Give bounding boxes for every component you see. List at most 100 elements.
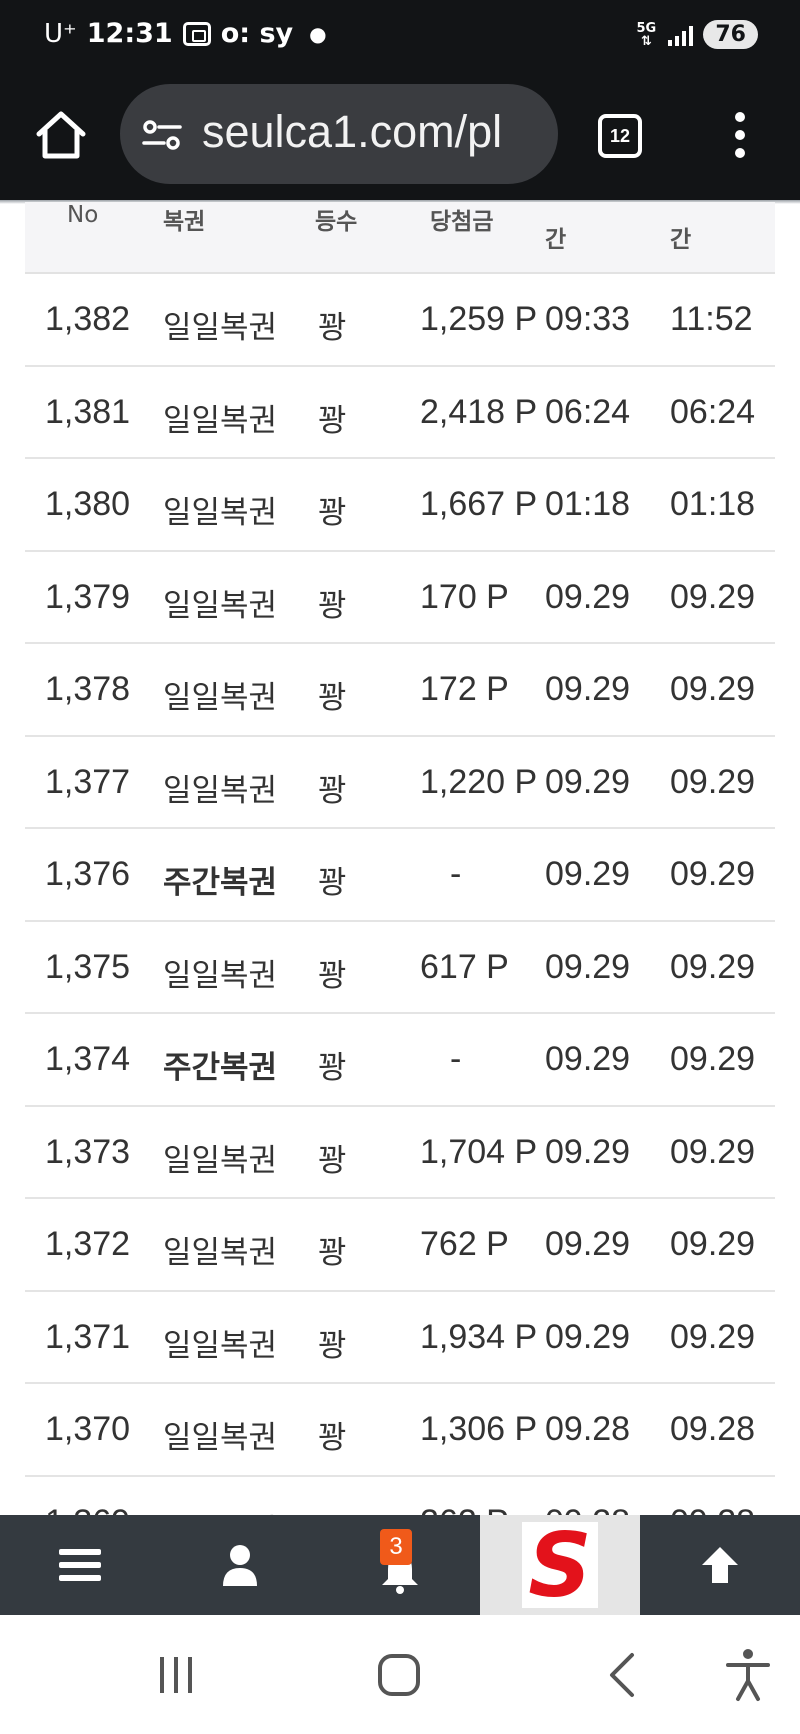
cell-rank: 꽝: [318, 957, 347, 994]
cell-time2: 09.29: [670, 855, 756, 893]
cell-prize: 1,934 P: [420, 1317, 538, 1356]
site-settings-icon[interactable]: [142, 118, 182, 152]
cell-rank: 꽝: [318, 1050, 347, 1086]
back-icon[interactable]: [594, 1645, 654, 1705]
cell-time2: 09.28: [670, 1503, 755, 1517]
cell-time2: 09.29: [670, 947, 756, 986]
header-time1: 간: [545, 227, 567, 253]
table-row: 1,379 일일복권 꽝 170 P 09.29 09.29: [25, 552, 775, 644]
nav-menu-button[interactable]: [0, 1515, 160, 1615]
cell-type: 일일복권: [163, 587, 278, 624]
table-header: No 복권 등수 당첨금 간 간: [25, 202, 775, 274]
cell-type: 일일복권: [163, 1420, 278, 1456]
cell-rank: 꽝: [318, 495, 347, 531]
status-right: 5G ⇅ 76: [634, 20, 758, 49]
cell-time2: 09.29: [670, 1225, 756, 1263]
cell-no: 1,380: [45, 485, 131, 523]
cell-time1: 09.29: [545, 1132, 631, 1171]
cell-time1: 09.29: [545, 1317, 631, 1356]
svg-text:S: S: [528, 1524, 591, 1606]
cell-no: 1,382: [45, 300, 131, 338]
cell-type: 주간복권: [163, 865, 278, 901]
table-row: 1,371 일일복권 꽝 1,934 P 09.29 09.29: [25, 1292, 775, 1384]
cell-rank: 꽝: [318, 1327, 347, 1364]
cell-time1: 09.29: [545, 577, 631, 616]
scroll-top-button[interactable]: [640, 1515, 800, 1615]
cell-no: 1,372: [45, 1225, 131, 1263]
cell-prize: 1,306 P: [420, 1410, 538, 1448]
battery-badge: 76: [703, 20, 758, 49]
system-nav-bar: [0, 1615, 800, 1734]
nav-user-button[interactable]: [160, 1515, 320, 1615]
home-icon[interactable]: [34, 108, 88, 162]
cell-type: 주간복권: [163, 1050, 278, 1086]
cell-prize: 762 P: [420, 1225, 509, 1263]
url-text[interactable]: seulca1.com/pl: [202, 106, 502, 158]
signal-icon: [668, 24, 694, 46]
status-extra: o: sy: [220, 18, 294, 49]
arrow-up-icon: [702, 1547, 738, 1583]
nav-notification-button[interactable]: 3: [320, 1515, 480, 1615]
table-row: 1,381 일일복권 꽝 2,418 P 06:24 06:24: [25, 367, 775, 459]
cell-time1: 09.29: [545, 855, 631, 893]
notification-badge: 3: [380, 1529, 412, 1565]
browser-toolbar: seulca1.com/pl 12: [0, 72, 800, 202]
table-row: 1,378 일일복권 꽝 172 P 09.29 09.29: [25, 644, 775, 737]
nav-logo-button[interactable]: S: [480, 1515, 640, 1615]
prize-history-table: No 복권 등수 당첨금 간 간 1,382 일일복권 꽝 1,259 P 09:33 1…: [25, 202, 775, 1516]
network-label: 5G: [636, 20, 657, 36]
cell-prize: 1,667 P: [420, 485, 538, 523]
cell-no: 1,371: [45, 1317, 131, 1356]
status-left: U⁺ 12:31 o: sy ●: [44, 18, 327, 49]
status-bar: U⁺ 12:31 o: sy ● 5G ⇅ 76: [0, 0, 800, 72]
header-no: No: [67, 202, 99, 228]
more-menu-icon[interactable]: [730, 112, 750, 162]
table-row: 1,376 주간복권 꽝 - 09.29 09.29: [25, 829, 775, 922]
address-bar[interactable]: seulca1.com/pl: [120, 84, 558, 184]
accessibility-icon[interactable]: [718, 1645, 778, 1705]
cell-time2: 09.29: [670, 1317, 756, 1356]
cell-no: 1,374: [45, 1040, 131, 1078]
table-row: 1,382 일일복권 꽝 1,259 P 09:33 11:52: [25, 274, 775, 367]
home-nav-icon[interactable]: [369, 1645, 429, 1705]
cell-type: 일일복권: [163, 495, 278, 531]
cell-prize: 170 P: [420, 577, 509, 616]
table-row: 1,370 일일복권 꽝 1,306 P 09.28 09.28: [25, 1384, 775, 1477]
header-prize: 당첨금: [430, 209, 494, 235]
hamburger-icon: [59, 1549, 101, 1581]
table-row: 1,374 주간복권 꽝 - 09.29 09.29: [25, 1014, 775, 1107]
cell-time2: 09.29: [670, 1040, 756, 1078]
user-icon: [223, 1545, 257, 1586]
cell-time1: 09.29: [545, 1040, 631, 1078]
table-row: 1,377 일일복권 꽝 1,220 P 09.29 09.29: [25, 737, 775, 829]
cell-time2: 09.29: [670, 762, 756, 801]
cell-rank: 꽝: [318, 680, 347, 716]
network-icon: 5G ⇅: [636, 20, 657, 49]
cell-type: 일일복권: [163, 957, 278, 994]
cell-rank: 꽝: [318, 402, 347, 439]
site-logo: S: [522, 1522, 598, 1608]
cell-type: 일일복권: [163, 680, 278, 716]
s-logo-icon: S: [528, 1524, 591, 1606]
cell-no: 1,379: [45, 577, 131, 616]
cell-prize: 1,220 P: [420, 762, 538, 801]
cell-prize: 262 P: [420, 1503, 509, 1517]
cell-prize: -: [450, 855, 462, 893]
cell-type: 일일복권: [163, 310, 278, 346]
cell-time2: 09.29: [670, 1132, 756, 1171]
clock: 12:31: [86, 18, 173, 49]
cell-time1: 09.29: [545, 1225, 631, 1263]
table-row: 1,380 일일복권 꽝 1,667 P 01:18 01:18: [25, 459, 775, 552]
tab-switcher-button[interactable]: 12: [598, 114, 642, 158]
cell-type: 일일복권: [163, 402, 278, 439]
cell-prize: 172 P: [420, 670, 509, 708]
table-row: 1,372 일일복권 꽝 762 P 09.29 09.29: [25, 1199, 775, 1292]
cell-time2: 11:52: [670, 300, 753, 338]
header-time2: 간: [670, 227, 692, 253]
table-row: 1,375 일일복권 꽝 617 P 09.29 09.29: [25, 922, 775, 1014]
cell-no: 1,376: [45, 855, 131, 893]
cell-time2: 09.28: [670, 1410, 756, 1448]
cell-time1: 01:18: [545, 485, 631, 523]
cell-time1: 09:33: [545, 300, 631, 338]
recent-apps-icon[interactable]: [146, 1645, 206, 1705]
